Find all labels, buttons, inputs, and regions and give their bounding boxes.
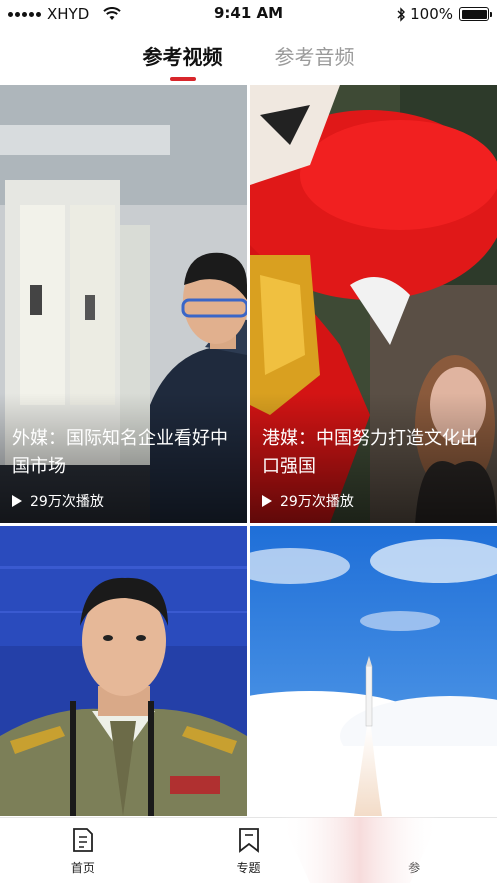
video-card[interactable]: 港媒：中国努力打造文化出口强国 29万次播放 xyxy=(250,85,497,523)
video-card[interactable]: 外媒：国际知名企业看好中国市场 29万次播放 xyxy=(0,85,247,523)
tabbar-label: 首页 xyxy=(70,861,95,875)
tab-label: 参考音频 xyxy=(274,45,355,69)
play-icon xyxy=(262,495,272,507)
video-thumbnail-press-conference xyxy=(0,526,247,816)
top-tabs: 参考视频 参考音频 xyxy=(0,28,497,85)
battery-group: 100% xyxy=(396,5,492,23)
battery-icon xyxy=(459,7,492,21)
video-card[interactable] xyxy=(0,526,247,816)
status-bar: XHYD 9:41 AM 100% xyxy=(0,0,497,28)
play-icon xyxy=(12,495,22,507)
document-icon xyxy=(72,828,93,852)
tab-label: 参考视频 xyxy=(142,45,223,69)
bluetooth-icon xyxy=(397,6,406,22)
video-thumbnail-rocket-launch xyxy=(250,526,497,816)
battery-percent: 100% xyxy=(410,5,453,23)
rocket-plume-overlay xyxy=(280,817,440,883)
tab-reference-video[interactable]: 参考视频 xyxy=(143,28,223,85)
play-count: 29万次播放 xyxy=(262,491,354,511)
tab-reference-audio[interactable]: 参考音频 xyxy=(275,28,355,85)
tabbar-item-home[interactable]: 首页 xyxy=(0,818,166,883)
video-title: 外媒：国际知名企业看好中国市场 xyxy=(12,428,228,477)
play-count-text: 29万次播放 xyxy=(280,494,354,510)
play-count-text: 29万次播放 xyxy=(30,494,104,510)
play-count: 29万次播放 xyxy=(12,491,104,511)
active-tab-indicator xyxy=(169,77,196,81)
video-card[interactable] xyxy=(250,526,497,816)
video-title: 港媒：中国努力打造文化出口强国 xyxy=(262,428,478,477)
